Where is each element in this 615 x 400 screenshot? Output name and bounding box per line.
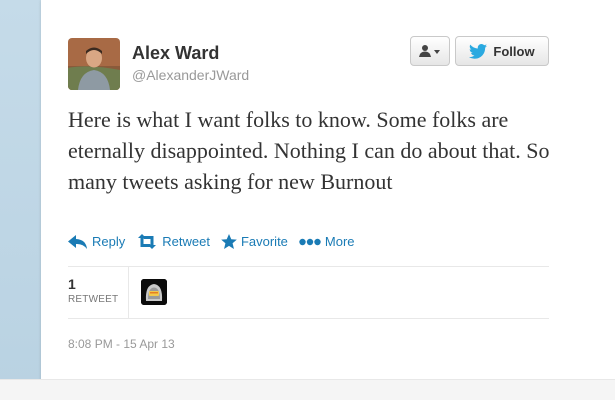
favorite-action[interactable]: Favorite [221,234,288,249]
tweet-timestamp[interactable]: 8:08 PM - 15 Apr 13 [68,337,175,351]
retweet-label: Retweet [162,234,210,249]
author-handle[interactable]: @AlexanderJWard [132,67,249,83]
follow-button[interactable]: Follow [455,36,549,66]
retweet-action[interactable]: Retweet [136,234,210,249]
retweet-count-label: RETWEET [68,294,119,305]
user-actions-button[interactable] [410,36,450,66]
tweet-text: Here is what I want folks to know. Some … [68,107,550,194]
more-label: More [324,234,355,249]
favorite-label: Favorite [240,234,288,249]
retweet-icon [138,234,157,249]
tweet-actions: Reply Retweet Favorite More [68,234,366,249]
divider [68,318,549,319]
more-action[interactable]: More [299,234,355,249]
author-avatar[interactable] [68,38,120,90]
star-icon [221,234,237,249]
twitter-bird-icon [469,43,488,59]
stats-divider [128,267,129,318]
reply-label: Reply [92,234,126,249]
author-name[interactable]: Alex Ward [132,43,219,64]
more-icon [299,238,321,245]
follow-label: Follow [493,43,535,59]
footer-strip [0,379,615,400]
retweet-stat[interactable]: 1 RETWEET [68,276,118,305]
retweeter-avatar[interactable] [141,279,167,305]
reply-action[interactable]: Reply [68,234,125,249]
tweet-card: Alex Ward @AlexanderJWard Follow Here is… [41,0,615,400]
user-dropdown-icon [419,45,440,57]
divider [68,266,549,267]
reply-icon [68,234,87,249]
retweet-count: 1 [68,276,76,292]
